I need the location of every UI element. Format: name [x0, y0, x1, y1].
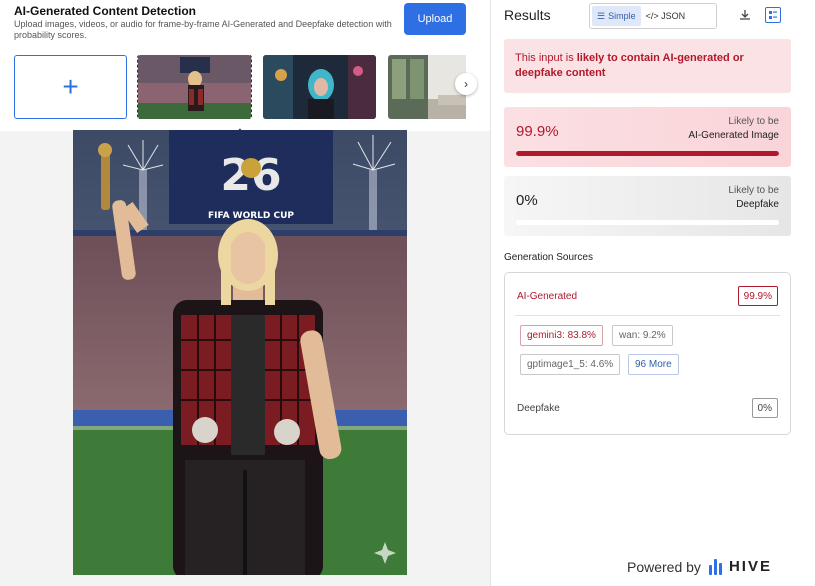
- view-simple-button[interactable]: ☰ Simple: [592, 6, 641, 26]
- deepfake-score-pill: 0%: [751, 398, 778, 418]
- download-button[interactable]: [737, 7, 753, 23]
- view-json-button[interactable]: </> JSON: [641, 6, 691, 26]
- page-subtitle: Upload images, videos, or audio for fram…: [14, 19, 392, 40]
- view-simple-label: Simple: [608, 11, 636, 21]
- more-sources-button[interactable]: 96 More: [628, 354, 679, 375]
- detection-alert: This input is likely to contain AI-gener…: [504, 39, 791, 93]
- results-panel: Results ☰ Simple </> JSON This input is …: [490, 0, 815, 586]
- ai-generated-score-pill: 99.9%: [737, 286, 778, 306]
- ai-label-top: Likely to be: [728, 116, 779, 127]
- alert-prefix: This input is: [515, 52, 577, 64]
- powered-by: Powered by HIVE: [627, 558, 772, 575]
- divider: [515, 315, 780, 316]
- upload-button[interactable]: Upload: [404, 3, 466, 35]
- ai-score-bar-fill: [516, 151, 779, 156]
- df-score-value: 0%: [516, 192, 538, 209]
- results-title: Results: [504, 7, 551, 23]
- brand-name: HIVE: [728, 558, 772, 575]
- view-json-label: </> JSON: [645, 11, 686, 21]
- thumbnail-singer-image: [138, 55, 251, 119]
- thumbnail-cyberpunk[interactable]: [263, 55, 376, 119]
- thumbnail-cyberpunk-image: [263, 55, 376, 119]
- df-score-bar: [516, 220, 779, 225]
- generation-sources-title: Generation Sources: [504, 252, 593, 263]
- thumbnail-interior[interactable]: [388, 55, 466, 119]
- df-score-label: Likely to be Deepfake: [728, 184, 779, 212]
- deepfake-label: Deepfake: [517, 403, 560, 414]
- hive-logo-icon: [708, 558, 724, 575]
- source-tag: gemini3: 83.8%: [520, 325, 603, 346]
- upload-card: AI-Generated Content Detection Upload im…: [0, 0, 490, 131]
- powered-by-label: Powered by: [627, 558, 701, 575]
- deepfake-score-card: 0% Likely to be Deepfake: [504, 176, 791, 236]
- list-icon: ☰: [597, 10, 606, 21]
- generation-sources-card: AI-Generated 99.9% gemini3: 83.8% wan: 9…: [504, 272, 791, 435]
- next-thumbnails-button[interactable]: ›: [455, 73, 477, 95]
- thumbnail-interior-image: [388, 55, 466, 119]
- app-root: AI-Generated Content Detection Upload im…: [0, 0, 815, 586]
- media-preview: 26 FIFA WORLD CUP: [73, 130, 407, 575]
- media-panel: AI-Generated Content Detection Upload im…: [0, 0, 490, 586]
- ai-generated-score-card: 99.9% Likely to be AI-Generated Image: [504, 107, 791, 167]
- ai-label-main: AI-Generated Image: [688, 130, 779, 141]
- thumbnail-strip: +: [14, 55, 466, 119]
- plus-icon: +: [62, 71, 79, 102]
- ai-score-label: Likely to be AI-Generated Image: [688, 115, 779, 143]
- layout-toggle-button[interactable]: [765, 7, 781, 23]
- ai-score-bar: [516, 151, 779, 156]
- thumbnail-singer[interactable]: [137, 55, 252, 119]
- ai-score-value: 99.9%: [516, 123, 559, 140]
- df-label-main: Deepfake: [736, 199, 779, 210]
- layout-icon: [769, 11, 777, 19]
- ai-generated-label: AI-Generated: [517, 291, 578, 302]
- df-label-top: Likely to be: [728, 185, 779, 196]
- source-tag: gptimage1_5: 4.6%: [520, 354, 621, 375]
- preview-image: 26 FIFA WORLD CUP: [73, 130, 407, 575]
- add-media-button[interactable]: +: [14, 55, 127, 119]
- page-title: AI-Generated Content Detection: [14, 4, 197, 18]
- download-icon: [740, 10, 750, 20]
- view-toggle: ☰ Simple </> JSON: [589, 3, 717, 29]
- source-tag: wan: 9.2%: [612, 325, 673, 346]
